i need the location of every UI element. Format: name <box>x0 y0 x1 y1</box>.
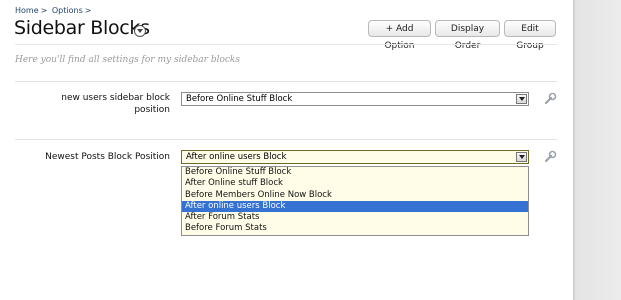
dropdown-option[interactable]: Before Forum Stats <box>182 223 528 234</box>
setting-label-new-users-position: new users sidebar block position <box>30 92 170 116</box>
dropdown-option[interactable]: Before Online Stuff Block <box>182 167 528 178</box>
wrench-icon[interactable] <box>543 150 557 164</box>
setting-label-line: new users sidebar block <box>61 93 170 103</box>
breadcrumb-options[interactable]: Options <box>52 6 83 15</box>
select-value: After online users Block <box>186 152 287 162</box>
breadcrumb-separator: > <box>84 6 92 15</box>
dropdown-option-selected[interactable]: After online users Block <box>182 200 528 213</box>
chevron-down-icon[interactable] <box>516 152 527 162</box>
page-description: Here you'll find all settings for my sid… <box>15 55 240 65</box>
edit-group-button[interactable]: Edit Group <box>504 20 556 51</box>
chevron-down-icon[interactable] <box>516 94 527 104</box>
header-divider <box>15 44 557 45</box>
title-menu-chevron-icon[interactable] <box>134 25 146 37</box>
add-option-button[interactable]: + Add Option <box>368 20 431 51</box>
page-title: Sidebar Blocks <box>14 17 150 39</box>
row-divider <box>15 81 557 82</box>
newest-posts-position-dropdown: Before Online Stuff Block After Online s… <box>181 166 529 236</box>
wrench-icon[interactable] <box>543 92 557 106</box>
dropdown-option[interactable]: Before Members Online Now Block <box>182 190 528 201</box>
page-right-shadow <box>573 0 621 300</box>
setting-label-line: position <box>134 105 170 115</box>
newest-posts-position-select[interactable]: After online users Block <box>181 150 529 164</box>
setting-label-newest-posts-position: Newest Posts Block Position <box>20 151 170 163</box>
dropdown-option[interactable]: After Online stuff Block <box>182 178 528 189</box>
breadcrumb-home[interactable]: Home <box>15 6 39 15</box>
display-order-button[interactable]: Display Order <box>435 20 500 51</box>
breadcrumb: Home > Options > <box>15 6 93 15</box>
select-value: Before Online Stuff Block <box>186 94 293 104</box>
dropdown-option[interactable]: After Forum Stats <box>182 212 528 223</box>
breadcrumb-separator: > <box>40 6 48 15</box>
new-users-position-select[interactable]: Before Online Stuff Block <box>181 92 529 106</box>
setting-label-line: Newest Posts Block Position <box>45 152 170 162</box>
row-divider <box>15 139 557 140</box>
